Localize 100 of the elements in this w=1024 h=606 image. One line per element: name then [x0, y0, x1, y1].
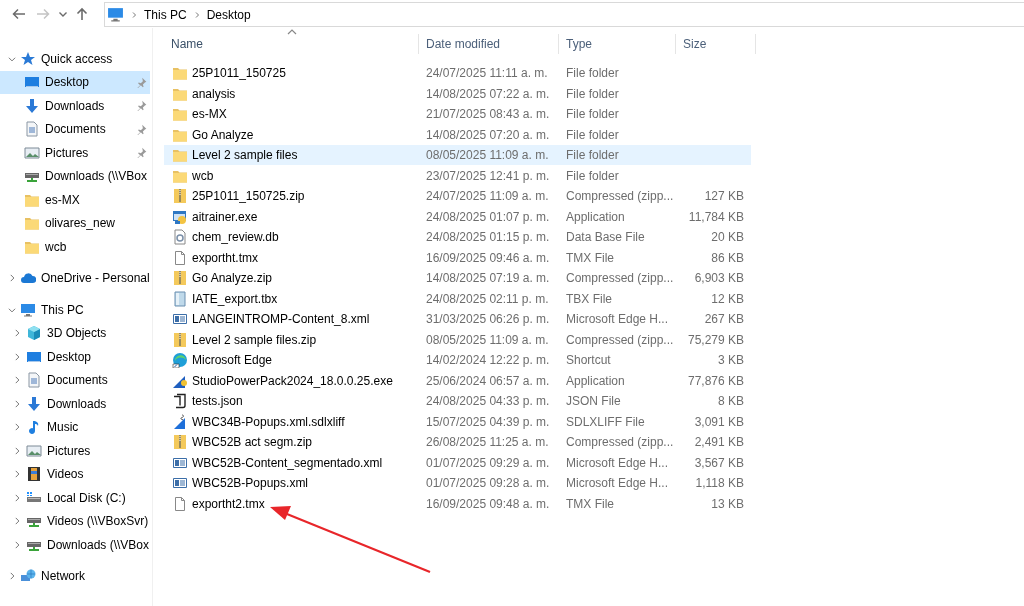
pin-icon[interactable]: [136, 100, 147, 111]
nav-pane-label: Local Disk (C:): [47, 490, 126, 505]
nav-pane-item[interactable]: Downloads: [0, 392, 150, 416]
nav-pane-item[interactable]: Pictures: [0, 439, 150, 463]
date-modified: 16/09/2025 09:46 a. m.: [425, 250, 551, 265]
column-header[interactable]: Type: [559, 34, 676, 54]
pin-icon[interactable]: [136, 147, 147, 158]
expand-chevron-icon[interactable]: [12, 398, 22, 409]
nav-pane-item[interactable]: Music: [0, 415, 150, 439]
file-type: File folder: [565, 107, 620, 121]
expand-chevron-icon[interactable]: [12, 422, 22, 433]
nav-pane-label: Desktop: [47, 349, 92, 364]
nav-pane-item[interactable]: Documents: [0, 368, 150, 392]
nav-pane-label: Pictures: [45, 145, 89, 160]
nav-pane-item[interactable]: Documents: [0, 117, 150, 141]
file-row[interactable]: IATE_export.tbx 24/08/2025 02:11 p. m. TBX File 12 KB: [164, 288, 751, 309]
file-row[interactable]: analysis 14/08/2025 07:22 a. m. File folder: [164, 83, 751, 104]
file-size: 3,091 KB: [693, 414, 745, 429]
column-header[interactable]: Name: [164, 34, 419, 54]
expand-chevron-icon[interactable]: [12, 539, 22, 550]
file-row[interactable]: WBC34B-Popups.xml.sdlxliff 15/07/2025 04:39 p. m. SDLXLIFF File 3,091 KB: [164, 411, 751, 432]
nav-pane-item[interactable]: This PC: [0, 298, 150, 322]
file-row[interactable]: exportht2.tmx 16/09/2025 09:48 a. m. TMX File 13 KB: [164, 493, 751, 514]
star-icon: [20, 50, 36, 67]
nav-pane-item[interactable]: Desktop: [0, 70, 150, 94]
file-row[interactable]: 25P1011_150725 24/07/2025 11:11 a. m. File folder: [164, 62, 751, 84]
nav-pane-item[interactable]: es-MX: [0, 188, 150, 212]
pin-icon[interactable]: [136, 76, 147, 88]
column-header[interactable]: Date modified: [419, 34, 559, 54]
date-modified: 08/05/2025 11:09 a. m.: [425, 332, 550, 347]
pictures-icon: [26, 442, 42, 459]
nav-pane-item[interactable]: Videos: [0, 462, 150, 486]
nav-pane-label: Downloads: [45, 98, 105, 113]
expand-chevron-icon[interactable]: [7, 273, 17, 284]
file-row[interactable]: Go Analyze.zip 14/08/2025 07:19 a. m. Compressed (zipp... 6,903 KB: [164, 267, 751, 289]
file-row[interactable]: Go Analyze 14/08/2025 07:20 a. m. File folder: [164, 124, 751, 145]
expand-chevron-icon[interactable]: [7, 571, 17, 582]
nav-pane-label: OneDrive - Personal: [41, 271, 150, 286]
file-row[interactable]: tests.json 24/08/2025 04:33 p. m. JSON File 8 KB: [164, 390, 751, 412]
expand-chevron-icon[interactable]: [12, 445, 22, 456]
file-row[interactable]: wcb 23/07/2025 12:41 p. m. File folder: [164, 165, 751, 186]
file-row[interactable]: WBC52B act segm.zip 26/08/2025 11:25 a. m. Compressed (zipp... 2,491 KB: [164, 431, 751, 453]
file-type: TMX File: [565, 250, 615, 265]
breadcrumb-item[interactable]: Desktop: [206, 7, 251, 22]
computer-icon: [20, 301, 36, 318]
file-name: Go Analyze.zip: [192, 271, 273, 285]
file-row[interactable]: Level 2 sample files.zip 08/05/2025 11:09 a. m. Compressed (zipp... 75,279 KB: [164, 329, 751, 350]
download-icon: [26, 395, 42, 412]
nav-pane-item[interactable]: Local Disk (C:): [0, 486, 150, 510]
zip-folder-icon: [172, 434, 188, 450]
nav-pane-item[interactable]: Pictures: [0, 141, 150, 165]
file-row[interactable]: WBC52B-Content_segmentado.xml 01/07/2025 09:29 a. m. Microsoft Edge H... 3,567 KB: [164, 452, 751, 473]
file-name: wcb: [192, 168, 214, 183]
file-size: 11,784 KB: [687, 209, 745, 224]
file-row[interactable]: es-MX 21/07/2025 08:43 a. m. File folder: [164, 103, 751, 125]
pin-icon[interactable]: [136, 123, 147, 135]
nav-pane-item[interactable]: 3D Objects: [0, 321, 150, 345]
date-modified: 31/03/2025 06:26 p. m.: [425, 312, 551, 326]
file-name: WBC52B-Popups.xml: [192, 476, 309, 490]
nav-pane-item[interactable]: wcb: [0, 235, 150, 259]
documents-icon: [24, 121, 40, 138]
expand-chevron-icon[interactable]: [12, 328, 22, 339]
nav-pane-item[interactable]: Videos (\\VBoxSvr): [0, 509, 150, 533]
expand-chevron-icon[interactable]: [12, 469, 22, 480]
file-name: WBC52B-Content_segmentado.xml: [192, 455, 383, 470]
nav-pane-item[interactable]: Downloads (\\VBox: [0, 533, 150, 557]
file-row[interactable]: exportht.tmx 16/09/2025 09:46 a. m. TMX File 86 KB: [164, 247, 751, 268]
file-row[interactable]: WBC52B-Popups.xml 01/07/2025 09:28 a. m. Microsoft Edge H... 1,118 KB: [164, 472, 751, 494]
nav-pane-item[interactable]: Desktop: [0, 345, 150, 369]
file-type: File folder: [565, 127, 620, 142]
expand-chevron-icon[interactable]: [12, 351, 22, 362]
document-icon: [172, 249, 188, 266]
nav-pane-item[interactable]: Downloads: [0, 94, 150, 118]
nav-pane-item[interactable]: olivares_new: [0, 211, 150, 235]
expand-chevron-icon[interactable]: [12, 375, 22, 386]
file-type: File folder: [565, 148, 620, 162]
nav-pane-item[interactable]: Network: [0, 564, 150, 588]
file-row[interactable]: Level 2 sample files 08/05/2025 11:09 a. m. File folder: [164, 144, 751, 166]
download-icon: [24, 97, 40, 114]
file-row[interactable]: chem_review.db 24/08/2025 01:15 p. m. Data Base File 20 KB: [164, 226, 751, 248]
file-row[interactable]: aitrainer.exe 24/08/2025 01:07 p. m. Application 11,784 KB: [164, 206, 751, 227]
date-modified: 14/08/2025 07:19 a. m.: [425, 271, 551, 285]
column-header[interactable]: Size: [676, 34, 756, 54]
file-name: 25P1011_150725: [192, 66, 286, 80]
date-modified: 15/07/2025 04:39 p. m.: [425, 414, 551, 429]
date-modified: 24/07/2025 11:11 a. m.: [425, 66, 549, 80]
file-row[interactable]: Microsoft Edge 14/02/2024 12:22 p. m. Shortcut 3 KB: [164, 349, 751, 371]
file-row[interactable]: StudioPowerPack2024_18.0.0.25.exe 25/06/2024 06:57 a. m. Application 77,876 KB: [164, 370, 751, 391]
nav-pane-item[interactable]: Downloads (\\VBox: [0, 164, 150, 188]
folder-icon: [24, 215, 40, 232]
breadcrumb-item[interactable]: This PC: [144, 7, 187, 22]
file-row[interactable]: LANGEINTROMP-Content_8.xml 31/03/2025 06:26 p. m. Microsoft Edge H... 267 KB: [164, 308, 751, 330]
file-row[interactable]: 25P1011_150725.zip 24/07/2025 11:09 a. m. Compressed (zipp... 127 KB: [164, 185, 751, 207]
expand-chevron-icon[interactable]: [12, 492, 22, 503]
expand-chevron-icon[interactable]: [12, 516, 22, 527]
file-type: File folder: [565, 168, 620, 183]
nav-pane-item[interactable]: OneDrive - Personal: [0, 266, 150, 290]
nav-pane-item[interactable]: Quick access: [0, 47, 150, 71]
address-bar[interactable]: This PC Desktop: [104, 2, 1024, 27]
file-type: Compressed (zipp...: [565, 332, 675, 347]
